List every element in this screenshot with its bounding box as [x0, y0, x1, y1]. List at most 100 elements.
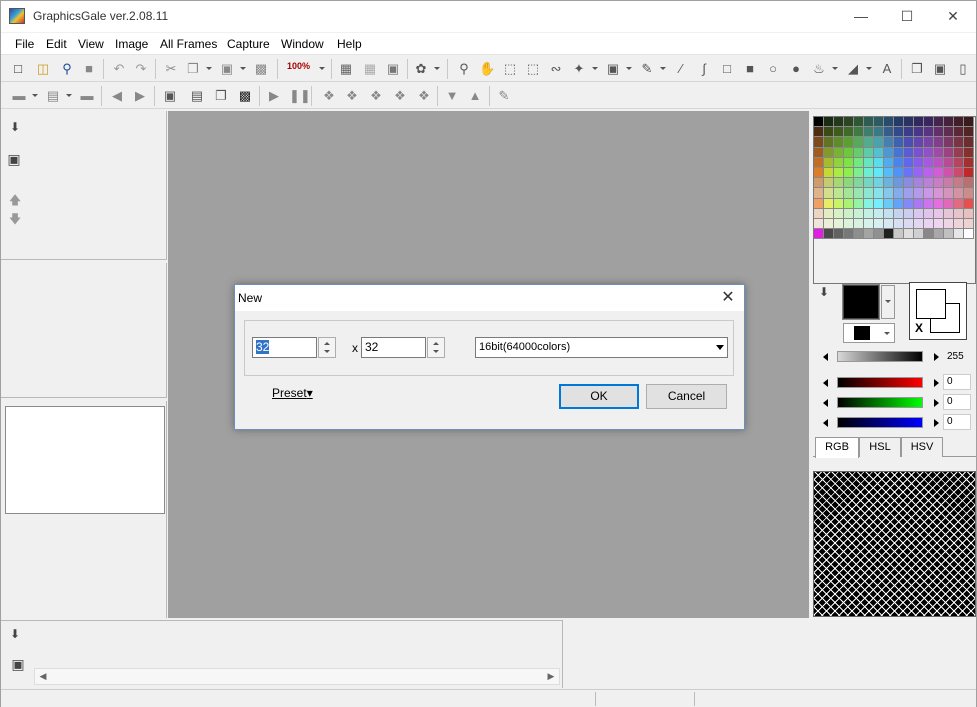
new-file-icon[interactable]: □: [10, 61, 26, 77]
palette-swatch[interactable]: [844, 117, 854, 128]
palette-swatch[interactable]: [944, 178, 954, 189]
palette-swatch[interactable]: [954, 117, 964, 128]
palette-swatch[interactable]: [814, 157, 824, 168]
palette-swatch[interactable]: [924, 127, 934, 138]
layers-icon[interactable]: ❐: [909, 61, 925, 77]
palette-swatch[interactable]: [934, 229, 944, 240]
layer-properties-icon[interactable]: ✎: [496, 88, 512, 104]
rectangle-icon[interactable]: □: [719, 61, 735, 77]
copy-icon[interactable]: ❐: [185, 61, 201, 77]
bottom-trash-icon[interactable]: ▣: [11, 657, 25, 671]
palette-swatch[interactable]: [914, 198, 924, 209]
palette-swatch[interactable]: [924, 198, 934, 209]
crop-icon[interactable]: ▣: [385, 61, 401, 77]
palette-swatch[interactable]: [964, 229, 974, 240]
screen-icon[interactable]: ▬: [79, 88, 95, 104]
layer-copy-icon[interactable]: ❖: [416, 88, 432, 104]
height-input[interactable]: 32: [361, 337, 426, 358]
palette-swatch[interactable]: [814, 188, 824, 199]
ok-button[interactable]: OK: [559, 384, 639, 409]
menu-help[interactable]: Help: [337, 37, 362, 51]
palette-swatch[interactable]: [934, 147, 944, 158]
palette-swatch[interactable]: [944, 188, 954, 199]
palette-swatch[interactable]: [944, 127, 954, 138]
palette-swatch[interactable]: [814, 218, 824, 230]
palette-swatch[interactable]: [854, 127, 864, 138]
palette-swatch[interactable]: [814, 127, 824, 138]
palette-swatch[interactable]: [864, 178, 874, 189]
palette-swatch[interactable]: [814, 178, 824, 189]
palette-swatch[interactable]: [864, 218, 874, 230]
palette-swatch[interactable]: [924, 167, 934, 179]
palette-swatch[interactable]: [964, 178, 974, 189]
palette-swatch[interactable]: [814, 208, 824, 219]
palette-swatch[interactable]: [964, 167, 974, 179]
palette-swatch[interactable]: [884, 137, 894, 148]
palette-swatch[interactable]: [964, 117, 974, 128]
palette-swatch[interactable]: [834, 229, 844, 240]
palette-swatch[interactable]: [954, 229, 964, 240]
width-spinner[interactable]: [318, 337, 336, 358]
palette-swatch[interactable]: [834, 137, 844, 148]
palette-swatch[interactable]: [934, 178, 944, 189]
move-down-icon[interactable]: 🡇: [8, 212, 22, 226]
palette-swatch[interactable]: [954, 198, 964, 209]
palette-swatch[interactable]: [904, 178, 914, 189]
palette-swatch[interactable]: [854, 188, 864, 199]
bottom-pin-icon[interactable]: ⬇: [8, 627, 22, 641]
palette-swatch[interactable]: [874, 218, 884, 230]
palette-swatch[interactable]: [924, 117, 934, 128]
palette-swatch[interactable]: [854, 167, 864, 179]
palette-swatch[interactable]: [834, 218, 844, 230]
palette-swatch[interactable]: [874, 188, 884, 199]
ellipse-icon[interactable]: ○: [765, 61, 781, 77]
minimize-button[interactable]: —: [838, 1, 884, 32]
pause-icon[interactable]: ❚❚: [289, 88, 311, 104]
zoom-tool-icon[interactable]: ⚲: [456, 61, 472, 77]
palette-swatch[interactable]: [924, 218, 934, 230]
add-frame-icon[interactable]: ▣: [162, 88, 178, 104]
palette-swatch[interactable]: [884, 117, 894, 128]
palette-swatch[interactable]: [894, 117, 904, 128]
layer-add-icon[interactable]: ❖: [321, 88, 337, 104]
palette-swatch[interactable]: [844, 157, 854, 168]
foreground-color[interactable]: [842, 284, 880, 320]
palette-swatch[interactable]: [944, 167, 954, 179]
palette-swatch[interactable]: [844, 198, 854, 209]
menu-image[interactable]: Image: [115, 37, 148, 51]
prev-frame-icon[interactable]: ◀: [109, 88, 125, 104]
palette-swatch[interactable]: [874, 117, 884, 128]
tab-hsl[interactable]: HSL: [859, 437, 901, 457]
lasso-icon[interactable]: ∾: [548, 61, 564, 77]
palette-swatch[interactable]: [854, 178, 864, 189]
palette-swatch[interactable]: [824, 167, 834, 179]
palette-swatch[interactable]: [834, 167, 844, 179]
save-icon[interactable]: ■: [81, 61, 97, 77]
palette-swatch[interactable]: [934, 198, 944, 209]
palette-swatch[interactable]: [954, 178, 964, 189]
palette-swatch[interactable]: [924, 137, 934, 148]
redo-icon[interactable]: ↷: [133, 61, 149, 77]
frame-list-icon[interactable]: ▤: [45, 88, 61, 104]
move-up-icon[interactable]: 🡅: [8, 193, 22, 207]
palette-swatch[interactable]: [904, 167, 914, 179]
palette-pin-icon[interactable]: ⬇: [817, 285, 831, 299]
duplicate-frame-icon[interactable]: ❐: [213, 88, 229, 104]
palette-swatch[interactable]: [894, 208, 904, 219]
palette-swatch[interactable]: [834, 147, 844, 158]
paste-icon[interactable]: ▣: [219, 61, 235, 77]
window-icon[interactable]: ▣: [932, 61, 948, 77]
palette-swatch[interactable]: [894, 178, 904, 189]
green-slider[interactable]: [837, 397, 923, 408]
curve-icon[interactable]: ∫: [696, 61, 712, 77]
palette-swatch[interactable]: [874, 208, 884, 219]
palette-swatch[interactable]: [844, 188, 854, 199]
palette-swatch[interactable]: [934, 117, 944, 128]
palette-swatch[interactable]: [934, 157, 944, 168]
layer-icon[interactable]: ❖: [344, 88, 360, 104]
red-slider[interactable]: [837, 377, 923, 388]
green-value[interactable]: 0: [943, 394, 971, 410]
palette-swatch[interactable]: [954, 127, 964, 138]
menu-view[interactable]: View: [78, 37, 104, 51]
palette-swatch[interactable]: [944, 147, 954, 158]
